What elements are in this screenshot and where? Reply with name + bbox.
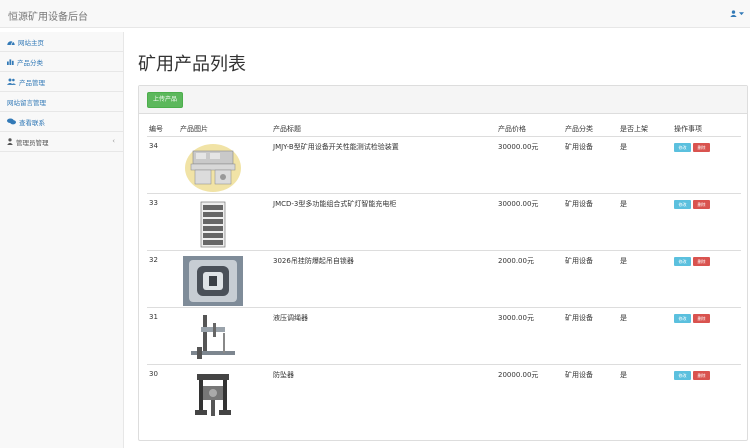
column-header-title: 产品标题	[273, 122, 498, 137]
app-brand[interactable]: 恒源矿用设备后台	[8, 8, 88, 23]
column-header-price: 产品价格	[498, 122, 565, 137]
sidebar-item-contacts[interactable]: 查看联系	[0, 112, 123, 132]
chevron-left-icon: ‹	[112, 137, 115, 145]
test-bench-image	[185, 143, 241, 192]
comments-icon	[7, 118, 16, 125]
sidebar-item-messages[interactable]: 网站留言管理	[0, 92, 123, 112]
caret-down-icon	[739, 12, 744, 16]
bar-chart-icon	[7, 59, 14, 65]
users-icon	[7, 78, 16, 85]
table-row: 31 液压调绳器 3000.00元 矿用设备 是 修改 删除	[147, 307, 741, 365]
sidebar-item-label: 管理员管理	[16, 138, 49, 147]
table-row: 32 3026吊挂防爆起吊自锁器 2000.00元 矿用设备 是 修改 删除	[147, 250, 741, 308]
cell-image	[180, 364, 273, 421]
sidebar-item-label: 产品管理	[19, 78, 45, 87]
add-product-button[interactable]: 上传产品	[147, 92, 184, 108]
delete-button[interactable]: 删除	[693, 313, 710, 323]
delete-button[interactable]: 删除	[693, 256, 710, 266]
product-panel: 上传产品 编号 产品图片 产品标题 产品价格 产品分类 是否上架 操作事项 34	[138, 85, 748, 441]
cell-title: 3026吊挂防爆起吊自锁器	[273, 250, 498, 308]
cell-listed: 是	[620, 193, 674, 251]
cell-category: 矿用设备	[565, 370, 593, 379]
column-header-image: 产品图片	[180, 122, 273, 137]
column-header-id: 编号	[147, 122, 180, 137]
page-title: 矿用产品列表	[138, 54, 246, 75]
cell-category: 矿用设备	[565, 307, 620, 365]
cell-title: JMCD-3型多功能组合式矿灯智能充电柜	[273, 193, 498, 251]
cell-actions: 修改 删除	[674, 136, 741, 194]
cell-image	[180, 193, 273, 251]
edit-button[interactable]: 修改	[674, 313, 691, 323]
pipe-support-image	[191, 314, 235, 359]
dashboard-icon	[7, 40, 15, 45]
product-table: 编号 产品图片 产品标题 产品价格 产品分类 是否上架 操作事项 34 JMJY…	[147, 122, 741, 421]
table-header-row: 编号 产品图片 产品标题 产品价格 产品分类 是否上架 操作事项	[147, 122, 741, 137]
cell-image	[180, 307, 273, 365]
sidebar-item-admins[interactable]: 管理员管理 ‹	[0, 132, 123, 152]
panel-heading: 上传产品	[139, 86, 747, 114]
cell-title: JMJY-B型矿用设备开关性能测试检验装置	[273, 136, 498, 194]
cell-price: 3000.00元	[498, 307, 565, 365]
cell-actions: 修改 删除	[674, 250, 741, 308]
cell-title: 液压调绳器	[273, 307, 498, 365]
delete-button[interactable]: 删除	[693, 199, 710, 209]
sidebar-item-products[interactable]: 产品管理	[0, 72, 123, 92]
column-header-actions: 操作事项	[674, 122, 741, 137]
cell-id: 30	[149, 369, 158, 378]
edit-button[interactable]: 修改	[674, 370, 691, 380]
cell-id: 32	[147, 250, 180, 308]
sidebar-item-categories[interactable]: 产品分类	[0, 52, 123, 72]
cell-actions: 修改 删除	[674, 307, 741, 365]
cell-id: 34	[147, 136, 180, 194]
user-icon	[730, 10, 737, 17]
anti-fall-device-image	[195, 373, 231, 416]
cell-listed: 是	[620, 136, 674, 194]
sidebar-item-label: 网站主页	[18, 38, 44, 47]
table-row: 33 JMCD-3型多功能组合式矿灯智能充电柜 30000.00元 矿用设备 是…	[147, 193, 741, 251]
edit-button[interactable]: 修改	[674, 199, 691, 209]
user-icon	[7, 138, 13, 145]
edit-button[interactable]: 修改	[674, 142, 691, 152]
sidebar-item-label: 网站留言管理	[7, 98, 46, 107]
user-menu[interactable]	[730, 10, 744, 17]
cell-category: 矿用设备	[565, 193, 620, 251]
cell-category: 矿用设备	[565, 250, 620, 308]
cell-category: 矿用设备	[565, 136, 620, 194]
sidebar-item-label: 产品分类	[17, 58, 43, 67]
cell-id: 33	[147, 193, 180, 251]
column-header-listed: 是否上架	[620, 122, 674, 137]
cell-price: 30000.00元	[498, 193, 565, 251]
cell-listed: 是	[620, 370, 627, 379]
wire-clamp-image	[183, 255, 243, 306]
cell-id: 31	[147, 307, 180, 365]
table-row: 34 JMJY-B型矿用设备开关性能测试检验装置 30000.00元 矿用设备 …	[147, 136, 741, 194]
sidebar-item-home[interactable]: 网站主页	[0, 32, 123, 52]
delete-button[interactable]: 删除	[693, 142, 710, 152]
cell-price: 2000.00元	[498, 250, 565, 308]
charging-rack-image	[200, 201, 226, 247]
cell-image	[180, 250, 273, 308]
cell-actions: 修改 删除	[674, 193, 741, 251]
cell-price: 20000.00元	[498, 370, 539, 379]
sidebar-item-label: 查看联系	[19, 118, 45, 127]
sidebar: 网站主页 产品分类 产品管理 网站留言管理 查看联系 管理员管理 ‹	[0, 32, 124, 448]
delete-button[interactable]: 删除	[693, 370, 710, 380]
cell-price: 30000.00元	[498, 136, 565, 194]
cell-image	[180, 136, 273, 194]
edit-button[interactable]: 修改	[674, 256, 691, 266]
cell-listed: 是	[620, 250, 674, 308]
column-header-category: 产品分类	[565, 122, 620, 137]
table-row: 30 防坠器 20000.00元 矿用设备 是 修改 删除	[147, 364, 741, 421]
cell-listed: 是	[620, 307, 674, 365]
top-navbar: 恒源矿用设备后台	[0, 0, 750, 28]
cell-actions: 修改 删除	[674, 364, 741, 421]
cell-title: 防坠器	[273, 370, 294, 379]
